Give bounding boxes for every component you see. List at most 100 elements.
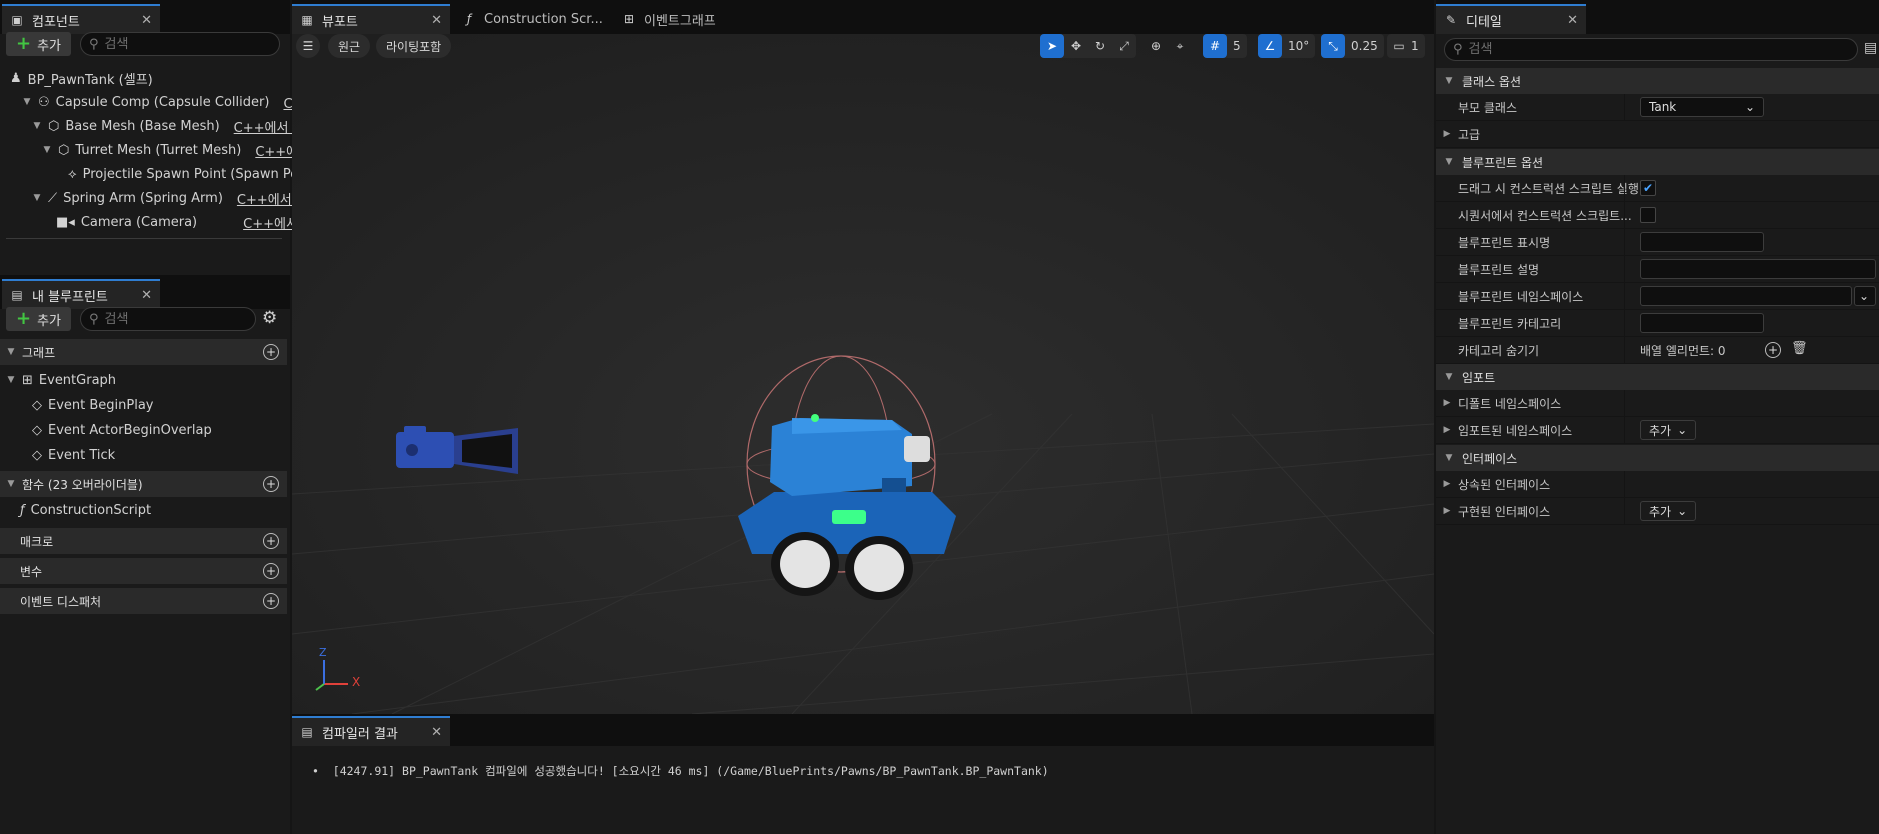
tab-components[interactable]: ▣ 컴포넌트 ✕ xyxy=(2,4,160,34)
rotation-snap-icon[interactable]: ∠ xyxy=(1258,34,1282,58)
rotation-snap-value[interactable]: 10° xyxy=(1282,39,1315,53)
viewport[interactable]: X Z ☰ 원근 라이팅포함 ➤ ✥ ↻ ⤢ ⊕ ⌖ # 5 ∠ 10° ⤡ 0… xyxy=(292,34,1434,714)
expand-arrow-icon[interactable]: ▼ xyxy=(42,145,52,155)
component-item[interactable]: ▼ ⚇ Capsule Comp (Capsule Collider) C++에 xyxy=(22,91,327,113)
add-function-icon[interactable]: + xyxy=(263,476,279,492)
tab-viewport[interactable]: ▦ 뷰포트 ✕ xyxy=(292,4,450,34)
tab-construction-script[interactable]: ƒ Construction Scr... xyxy=(454,4,612,34)
function-item[interactable]: ƒ ConstructionScript xyxy=(20,499,151,521)
surface-snap-icon[interactable]: ⌖ xyxy=(1168,34,1192,58)
imported-namespaces-row[interactable]: ▶ 임포트된 네임스페이스 추가 ⌄ xyxy=(1436,417,1879,444)
functions-section-header[interactable]: ▼ 함수 (23 오버라이더블) + xyxy=(0,471,287,497)
add-imported-namespace-button[interactable]: 추가 ⌄ xyxy=(1640,420,1697,440)
bp-namespace-field[interactable] xyxy=(1640,286,1852,306)
bp-namespace-row: 블루프린트 네임스페이스 ⌄ xyxy=(1436,283,1879,310)
add-interface-button[interactable]: 추가 ⌄ xyxy=(1640,501,1697,521)
table-view-icon[interactable]: ▤ xyxy=(1864,40,1877,56)
grid-snap-value[interactable]: 5 xyxy=(1227,39,1247,53)
inherited-interfaces-row[interactable]: ▶ 상속된 인터페이스 xyxy=(1436,471,1879,498)
event-graph-tab-label: 이벤트그래프 xyxy=(644,13,716,29)
blueprint-options-category[interactable]: ▼ 블루프린트 옵션 xyxy=(1436,149,1879,175)
event-item[interactable]: ◇ Event Tick xyxy=(32,444,115,466)
close-icon[interactable]: ✕ xyxy=(431,725,442,740)
search-icon: ⚲ xyxy=(89,311,99,327)
details-search[interactable]: ⚲ xyxy=(1444,38,1858,61)
select-tool-icon[interactable]: ➤ xyxy=(1040,34,1064,58)
collapse-arrow-icon[interactable]: ▼ xyxy=(6,375,16,385)
tab-details[interactable]: ✎ 디테일 ✕ xyxy=(1436,4,1586,34)
advanced-row[interactable]: ▶ 고급 xyxy=(1436,121,1879,148)
add-macro-icon[interactable]: + xyxy=(263,533,279,549)
components-search[interactable]: ⚲ xyxy=(80,32,280,56)
parent-class-row: 부모 클래스 Tank ⌄ xyxy=(1436,94,1879,121)
viewport-menu-button[interactable]: ☰ xyxy=(296,34,320,58)
class-options-category[interactable]: ▼ 클래스 옵션 xyxy=(1436,68,1879,94)
settings-gear-icon[interactable]: ⚙ xyxy=(262,308,277,328)
scale-tool-icon[interactable]: ⤢ xyxy=(1112,34,1136,58)
expand-arrow-icon[interactable]: ▼ xyxy=(32,121,42,131)
parent-class-dropdown[interactable]: Tank ⌄ xyxy=(1640,97,1764,117)
bp-display-name-field[interactable] xyxy=(1640,232,1764,252)
dispatchers-header-label: 이벤트 디스패처 xyxy=(20,594,102,609)
perspective-button[interactable]: 원근 xyxy=(328,34,371,58)
run-construction-drag-checkbox[interactable]: ✔ xyxy=(1640,180,1656,196)
move-tool-icon[interactable]: ✥ xyxy=(1064,34,1088,58)
blueprint-search-input[interactable] xyxy=(104,311,247,327)
expand-arrow-icon[interactable]: ▼ xyxy=(22,97,32,107)
grid-snap-icon[interactable]: # xyxy=(1203,34,1227,58)
rotate-tool-icon[interactable]: ↻ xyxy=(1088,34,1112,58)
expand-arrow-icon[interactable]: ▼ xyxy=(32,193,42,203)
scale-snap-icon[interactable]: ⤡ xyxy=(1321,34,1345,58)
default-namespaces-label: 디폴트 네임스페이스 xyxy=(1458,396,1562,411)
camera-speed-icon[interactable]: ▭ xyxy=(1387,34,1411,58)
expand-arrow-icon: ▶ xyxy=(1443,398,1451,408)
add-component-button[interactable]: + 추가 xyxy=(6,32,72,56)
blueprint-tab-label: 내 블루프린트 xyxy=(32,289,108,305)
event-graph-item[interactable]: ▼ ⊞ EventGraph xyxy=(6,369,117,391)
close-icon[interactable]: ✕ xyxy=(1567,13,1578,28)
add-dispatcher-icon[interactable]: + xyxy=(263,593,279,609)
scale-snap-value[interactable]: 0.25 xyxy=(1345,39,1384,53)
variables-section-header[interactable]: 변수 + xyxy=(0,558,287,584)
add-blueprint-item-button[interactable]: + 추가 xyxy=(6,307,72,331)
interfaces-category[interactable]: ▼ 인터페이스 xyxy=(1436,445,1879,471)
close-icon[interactable]: ✕ xyxy=(431,13,442,28)
component-item[interactable]: ■◂ Camera (Camera) C++에서 편집 xyxy=(56,211,326,233)
tab-compiler-results[interactable]: ▤ 컴파일러 결과 ✕ xyxy=(292,716,450,746)
implemented-interfaces-row[interactable]: ▶ 구현된 인터페이스 추가 ⌄ xyxy=(1436,498,1879,525)
add-graph-icon[interactable]: + xyxy=(263,344,279,360)
world-space-icon[interactable]: ⊕ xyxy=(1144,34,1168,58)
graph-icon: ⊞ xyxy=(22,372,33,388)
default-namespaces-row[interactable]: ▶ 디폴트 네임스페이스 xyxy=(1436,390,1879,417)
macros-section-header[interactable]: 매크로 + xyxy=(0,528,287,554)
run-construction-sequencer-checkbox[interactable] xyxy=(1640,207,1656,223)
close-icon[interactable]: ✕ xyxy=(141,13,152,28)
add-element-icon[interactable]: + xyxy=(1765,342,1781,358)
component-item[interactable]: ⟡ Projectile Spawn Point (Spawn Poi xyxy=(68,163,302,185)
camera-speed-value[interactable]: 1 xyxy=(1411,39,1425,53)
component-root[interactable]: ♟ BP_PawnTank (셀프) xyxy=(10,67,153,89)
event-icon: ◇ xyxy=(32,422,42,438)
component-item[interactable]: ▼ ⟋ Spring Arm (Spring Arm) C++에서 편집 xyxy=(32,187,320,209)
component-item[interactable]: ▼ ⬡ Base Mesh (Base Mesh) C++에서 편집 xyxy=(32,115,317,137)
bp-description-field[interactable] xyxy=(1640,259,1876,279)
component-item[interactable]: ▼ ⬡ Turret Mesh (Turret Mesh) C++에서 xyxy=(42,139,311,161)
graph-section-header[interactable]: ▼ 그래프 + xyxy=(0,339,287,365)
bp-category-field[interactable] xyxy=(1640,313,1764,333)
blueprint-search[interactable]: ⚲ xyxy=(80,307,256,331)
tab-event-graph[interactable]: ⊞ 이벤트그래프 xyxy=(614,4,772,34)
imports-category[interactable]: ▼ 임포트 xyxy=(1436,364,1879,390)
event-item[interactable]: ◇ Event BeginPlay xyxy=(32,394,154,416)
bp-namespace-dropdown[interactable]: ⌄ xyxy=(1854,286,1876,306)
add-variable-icon[interactable]: + xyxy=(263,563,279,579)
dispatchers-section-header[interactable]: 이벤트 디스패처 + xyxy=(0,588,287,614)
trash-icon[interactable]: 🗑 xyxy=(1791,341,1808,356)
details-search-input[interactable] xyxy=(1468,42,1849,57)
components-search-input[interactable] xyxy=(104,36,271,52)
close-icon[interactable]: ✕ xyxy=(141,288,152,303)
rotation-snap-group: ∠ 10° xyxy=(1258,34,1316,58)
tab-my-blueprint[interactable]: ▤ 내 블루프린트 ✕ xyxy=(2,279,160,309)
event-item[interactable]: ◇ Event ActorBeginOverlap xyxy=(32,419,212,441)
lighting-mode-button[interactable]: 라이팅포함 xyxy=(376,34,452,58)
compiler-tabbar: ▤ 컴파일러 결과 ✕ xyxy=(292,714,1434,746)
